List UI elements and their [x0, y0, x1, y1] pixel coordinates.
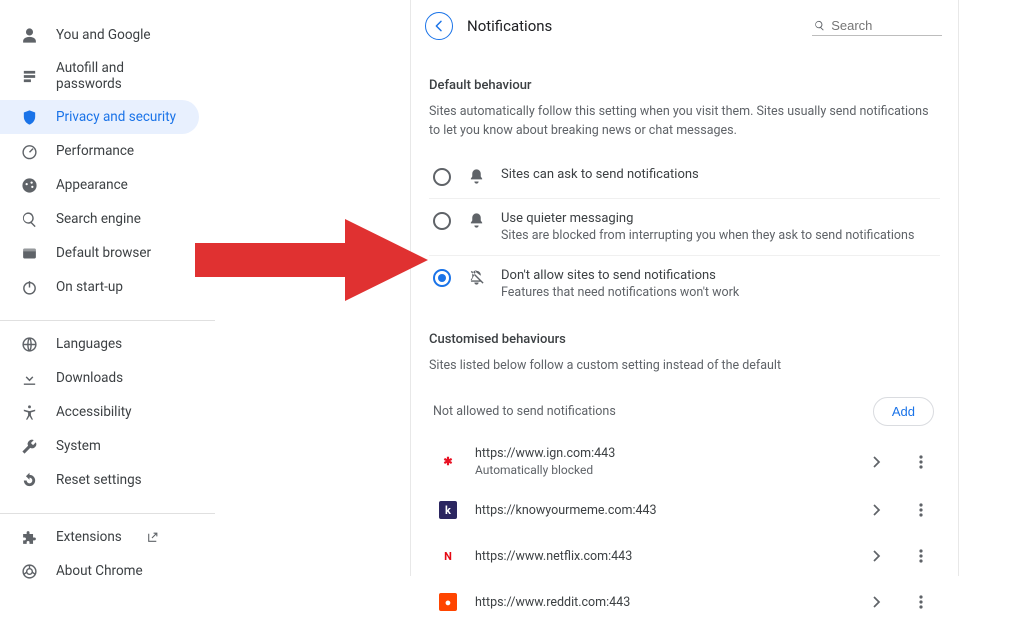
radio-title: Sites can ask to send notifications — [501, 167, 699, 182]
reset-icon — [20, 471, 38, 489]
default-behaviour-heading: Default behaviour — [429, 78, 940, 93]
add-button[interactable]: Add — [873, 397, 934, 426]
sidebar-item-label: Extensions — [56, 529, 122, 545]
download-icon — [20, 369, 38, 387]
more-button[interactable] — [908, 449, 934, 475]
accessibility-icon — [20, 403, 38, 421]
shield-icon — [20, 108, 38, 126]
sidebar-item-label: Appearance — [56, 177, 128, 193]
radio-option-2[interactable]: Don't allow sites to send notifications F… — [429, 255, 940, 312]
pointer-arrow-overlay — [195, 215, 430, 305]
content-panel: Notifications Default behaviour Sites au… — [410, 0, 959, 576]
sidebar-divider — [0, 320, 215, 321]
wrench-icon — [20, 437, 38, 455]
sidebar-item-label: Languages — [56, 336, 122, 352]
globe-icon — [20, 335, 38, 353]
search-icon — [814, 19, 825, 32]
sidebar-item-privacy-and-security[interactable]: Privacy and security — [0, 100, 199, 134]
site-favicon: ● — [439, 593, 457, 611]
extension-icon — [20, 528, 38, 546]
site-favicon: k — [439, 501, 457, 519]
sidebar-item-label: Search engine — [56, 211, 141, 227]
chrome-icon — [20, 562, 38, 580]
site-url: https://www.reddit.com:443 — [475, 595, 846, 610]
bell-off-icon — [467, 269, 485, 286]
more-button[interactable] — [908, 497, 934, 523]
sidebar-item-label: Default browser — [56, 245, 151, 261]
sidebar-item-extensions[interactable]: Extensions — [0, 520, 199, 554]
more-button[interactable] — [908, 589, 934, 615]
sidebar-item-performance[interactable]: Performance — [0, 134, 199, 168]
radio-option-1[interactable]: Use quieter messaging Sites are blocked f… — [429, 198, 940, 255]
radio-option-0[interactable]: Sites can ask to send notifications — [429, 155, 940, 198]
site-url: https://www.netflix.com:443 — [475, 549, 846, 564]
sidebar-item-autofill-and-passwords[interactable]: Autofill and passwords — [0, 52, 199, 100]
sidebar-item-label: Accessibility — [56, 404, 132, 420]
autofill-icon — [20, 67, 38, 85]
site-row[interactable]: ● https://www.reddit.com:443 — [429, 579, 940, 625]
site-url: https://www.ign.com:443 — [475, 446, 846, 461]
chevron-right-icon[interactable] — [864, 449, 890, 475]
search-input[interactable] — [831, 18, 940, 33]
sidebar-item-default-browser[interactable]: Default browser — [0, 236, 199, 270]
chevron-right-icon[interactable] — [864, 543, 890, 569]
sidebar-item-label: On start-up — [56, 279, 123, 295]
sidebar-item-on-start-up[interactable]: On start-up — [0, 270, 199, 304]
more-button[interactable] — [908, 543, 934, 569]
sidebar-item-languages[interactable]: Languages — [0, 327, 199, 361]
site-row[interactable]: k https://knowyourmeme.com:443 — [429, 487, 940, 533]
sidebar-item-accessibility[interactable]: Accessibility — [0, 395, 199, 429]
sidebar-divider — [0, 513, 215, 514]
speed-icon — [20, 142, 38, 160]
sidebar-item-about-chrome[interactable]: About Chrome — [0, 554, 199, 588]
back-button[interactable] — [425, 12, 453, 40]
sidebar-item-downloads[interactable]: Downloads — [0, 361, 199, 395]
site-row[interactable]: Nhttps://www.netflix.com:443 — [429, 533, 940, 579]
palette-icon — [20, 176, 38, 194]
sidebar-item-label: Autofill and passwords — [56, 60, 183, 92]
chevron-right-icon[interactable] — [864, 589, 890, 615]
radio-title: Use quieter messaging — [501, 211, 914, 226]
site-url: https://knowyourmeme.com:443 — [475, 503, 846, 518]
sidebar-item-you-and-google[interactable]: You and Google — [0, 18, 199, 52]
browser-icon — [20, 244, 38, 262]
sidebar-item-reset-settings[interactable]: Reset settings — [0, 463, 199, 497]
sidebar-item-label: Reset settings — [56, 472, 142, 488]
sidebar-item-label: Downloads — [56, 370, 123, 386]
open-external-icon — [146, 531, 159, 544]
chevron-right-icon[interactable] — [864, 497, 890, 523]
sidebar-item-search-engine[interactable]: Search engine — [0, 202, 199, 236]
radio-button[interactable] — [433, 168, 451, 186]
bell-icon — [467, 212, 485, 229]
radio-subtitle: Sites are blocked from interrupting you … — [501, 228, 914, 243]
page-title: Notifications — [467, 17, 798, 35]
site-favicon: ✱ — [439, 453, 457, 471]
sidebar-item-system[interactable]: System — [0, 429, 199, 463]
sidebar-item-label: Performance — [56, 143, 134, 159]
site-row[interactable]: ✱ https://www.ign.com:443 Automatically bl… — [429, 436, 940, 487]
custom-heading: Customised behaviours — [429, 332, 940, 347]
search-box[interactable] — [812, 16, 942, 36]
search-icon — [20, 210, 38, 228]
sidebar-item-label: About Chrome — [56, 563, 143, 579]
radio-button[interactable] — [433, 269, 451, 287]
default-behaviour-desc: Sites automatically follow this setting … — [429, 103, 940, 141]
person-icon — [20, 26, 38, 44]
site-favicon: N — [439, 547, 457, 565]
sidebar-item-label: Privacy and security — [56, 109, 176, 125]
site-subtitle: Automatically blocked — [475, 463, 846, 477]
settings-sidebar: You and Google Autofill and passwords Priv… — [0, 0, 215, 576]
radio-title: Don't allow sites to send notifications — [501, 268, 739, 283]
sidebar-item-label: System — [56, 438, 101, 454]
bell-icon — [467, 168, 485, 185]
block-heading: Not allowed to send notifications — [433, 404, 616, 419]
custom-desc: Sites listed below follow a custom setti… — [429, 357, 940, 376]
sidebar-item-appearance[interactable]: Appearance — [0, 168, 199, 202]
radio-button[interactable] — [433, 212, 451, 230]
sidebar-item-label: You and Google — [56, 27, 151, 43]
power-icon — [20, 278, 38, 296]
radio-subtitle: Features that need notifications won't w… — [501, 285, 739, 300]
